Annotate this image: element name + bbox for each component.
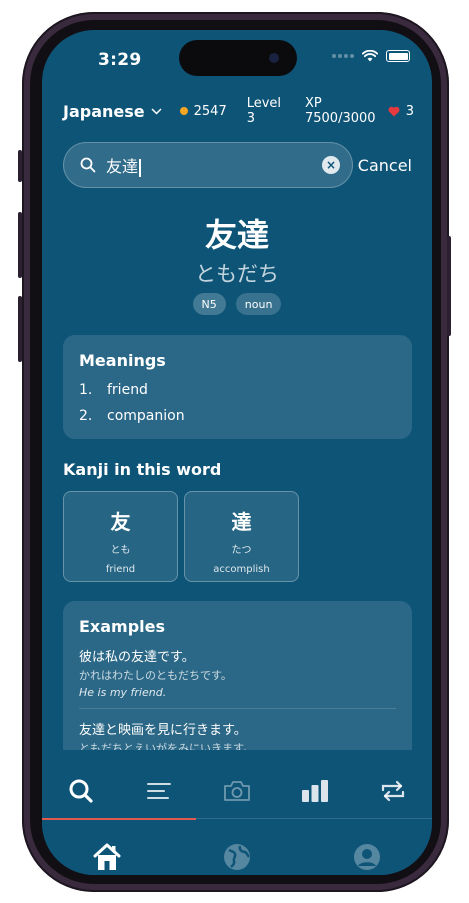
cancel-button[interactable]: Cancel bbox=[358, 156, 412, 175]
example-item[interactable]: 彼は私の友達です。 かれはわたしのともだちです。 He is my friend… bbox=[79, 646, 396, 699]
lives-counter: 3 bbox=[388, 104, 414, 119]
meanings-title: Meanings bbox=[79, 351, 166, 370]
meaning-number: 2. bbox=[79, 408, 93, 424]
home-icon bbox=[93, 843, 121, 870]
kanji-meaning: friend bbox=[105, 564, 136, 575]
tab-list[interactable] bbox=[120, 772, 198, 810]
kanji-reading: たつ bbox=[231, 545, 252, 556]
part-of-speech-badge: noun bbox=[235, 293, 282, 315]
tab-camera[interactable] bbox=[198, 772, 276, 810]
search-query[interactable]: 友達 bbox=[106, 153, 322, 177]
example-english: He is my friend. bbox=[79, 686, 167, 699]
status-time: 3:29 bbox=[98, 50, 142, 70]
cellular-signal-icon bbox=[332, 54, 354, 58]
lives-value: 3 bbox=[405, 103, 414, 119]
kanji-character: 友 bbox=[110, 510, 131, 534]
tool-tab-bar bbox=[42, 750, 432, 875]
example-divider bbox=[79, 708, 396, 709]
dynamic-island bbox=[179, 40, 297, 76]
bottom-nav bbox=[42, 840, 432, 874]
xp-label: XP 7500/3000 bbox=[304, 96, 376, 126]
app-screen: 3:29 Japanese 2547 Level 3 XP 7500/3000 … bbox=[42, 30, 432, 875]
camera-icon bbox=[224, 781, 250, 801]
status-icons bbox=[332, 50, 410, 62]
examples-card: Examples 彼は私の友達です。 かれはわたしのともだちです。 He is … bbox=[63, 601, 412, 761]
meaning-item: 1. friend bbox=[79, 382, 148, 398]
globe-icon bbox=[224, 844, 250, 870]
battery-icon bbox=[386, 50, 410, 62]
entry-reading: ともだち bbox=[195, 262, 279, 286]
top-bar: Japanese 2547 Level 3 XP 7500/3000 3 bbox=[63, 96, 414, 126]
language-label: Japanese bbox=[63, 101, 145, 121]
tool-tabs bbox=[42, 772, 432, 810]
volume-down-button bbox=[18, 296, 22, 362]
meaning-text: companion bbox=[107, 408, 185, 424]
kanji-section-title: Kanji in this word bbox=[63, 460, 222, 479]
meanings-card: Meanings 1. friend 2. companion bbox=[63, 335, 412, 439]
tab-stats[interactable] bbox=[276, 772, 354, 810]
power-button bbox=[447, 236, 451, 336]
search-icon bbox=[69, 779, 93, 803]
search-icon bbox=[80, 157, 96, 173]
kanji-character: 達 bbox=[231, 510, 252, 534]
text-cursor bbox=[139, 158, 141, 177]
mute-switch bbox=[18, 150, 22, 182]
search-input[interactable]: 友達 × bbox=[63, 142, 353, 188]
entry-tags: N5 noun bbox=[42, 293, 432, 315]
nav-explore[interactable] bbox=[172, 840, 302, 874]
kanji-card[interactable]: 達 たつ accomplish bbox=[184, 491, 299, 582]
search-row: 友達 × Cancel bbox=[63, 141, 412, 189]
tab-search[interactable] bbox=[42, 772, 120, 810]
nav-home[interactable] bbox=[42, 840, 172, 874]
list-icon bbox=[147, 783, 171, 799]
profile-icon bbox=[354, 844, 380, 870]
kanji-card[interactable]: 友 とも friend bbox=[63, 491, 178, 582]
bar-chart-icon bbox=[302, 780, 328, 802]
tab-review[interactable] bbox=[354, 772, 432, 810]
active-tab-indicator bbox=[42, 818, 196, 820]
heart-icon bbox=[388, 106, 400, 116]
volume-up-button bbox=[18, 212, 22, 278]
example-kana: かれはわたしのともだちです。 bbox=[79, 669, 232, 682]
jlpt-badge: N5 bbox=[192, 293, 226, 315]
level-label: Level 3 bbox=[246, 96, 282, 126]
wifi-icon bbox=[362, 50, 378, 62]
examples-title: Examples bbox=[79, 617, 166, 636]
meaning-number: 1. bbox=[79, 382, 93, 398]
chevron-down-icon bbox=[151, 107, 162, 115]
camera-dot bbox=[269, 53, 279, 63]
status-bar: 3:29 bbox=[42, 30, 432, 86]
kanji-reading: とも bbox=[110, 545, 131, 556]
coins-value: 2547 bbox=[193, 103, 227, 119]
language-selector[interactable]: Japanese bbox=[63, 102, 162, 121]
meaning-item: 2. companion bbox=[79, 408, 185, 424]
example-japanese: 友達と映画を見に行きます。 bbox=[79, 723, 247, 738]
kanji-meaning: accomplish bbox=[213, 564, 270, 575]
meaning-text: friend bbox=[107, 382, 148, 398]
coin-icon bbox=[179, 107, 188, 115]
coins-counter: 2547 bbox=[179, 103, 227, 119]
entry-word: 友達 bbox=[204, 216, 269, 254]
nav-profile[interactable] bbox=[302, 840, 432, 874]
example-japanese: 彼は私の友達です。 bbox=[79, 650, 195, 665]
repeat-icon bbox=[381, 780, 405, 802]
clear-search-button[interactable]: × bbox=[322, 156, 340, 174]
